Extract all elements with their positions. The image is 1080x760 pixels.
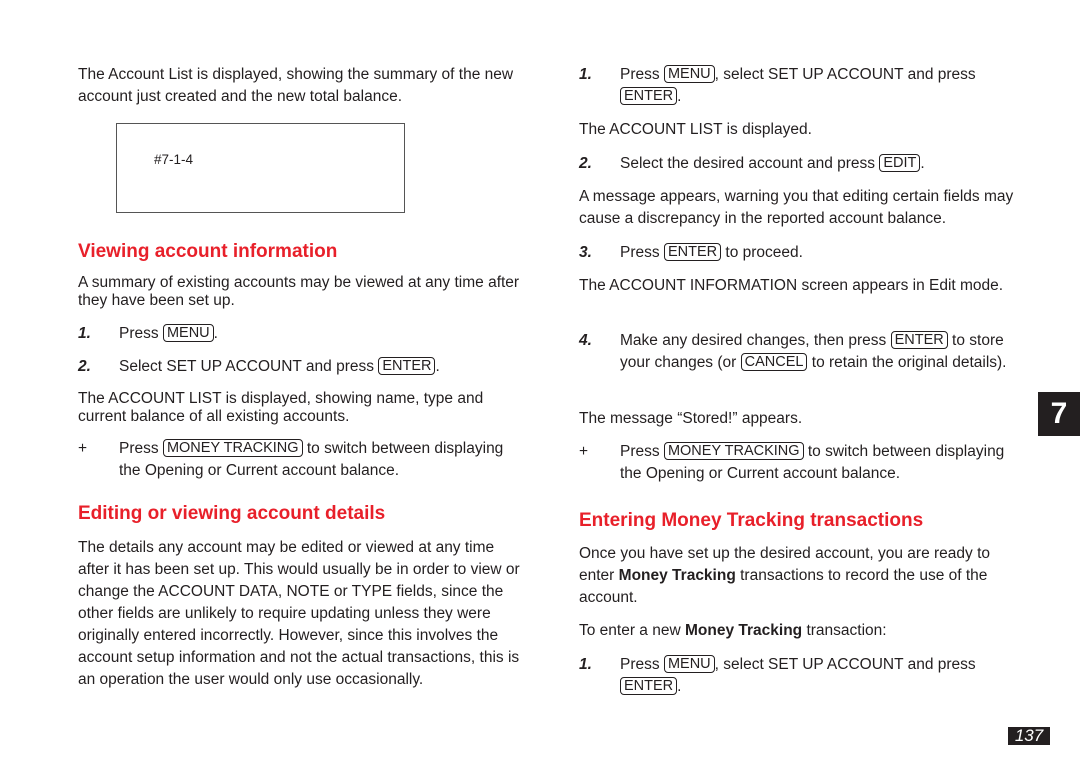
screen-illustration: #7-1-4	[116, 123, 405, 213]
money-tracking-key: MONEY TRACKING	[663, 442, 804, 460]
step-text-mid: , select SET UP ACCOUNT and press	[714, 66, 976, 83]
lead-text: To enter a new	[579, 622, 681, 639]
step-number: 3.	[579, 244, 592, 261]
page-number: 137	[1008, 727, 1050, 745]
step-number: 1.	[579, 66, 592, 83]
lead-text-post: transaction:	[806, 622, 887, 639]
entering-intro: Once you have set up the desired account…	[579, 543, 1024, 609]
plus-icon: +	[579, 443, 589, 460]
entering-lead: To enter a new Money Tracking transactio…	[579, 620, 1024, 642]
stored-message: The message “Stored!” appears.	[579, 410, 803, 427]
menu-key: MENU	[162, 324, 214, 342]
intro-bold: Money Tracking	[618, 567, 736, 584]
enter-key: ENTER	[378, 357, 436, 375]
cancel-key: CANCEL	[740, 353, 808, 371]
step-punct: .	[677, 88, 682, 105]
tip-text: Press	[119, 440, 159, 457]
step-number: 2.	[579, 155, 592, 172]
step-punct: .	[920, 155, 925, 172]
chapter-tab: 7	[1038, 392, 1080, 436]
step-punct: .	[213, 325, 218, 342]
step-text-post: to proceed.	[725, 244, 803, 261]
result-account-information: The ACCOUNT INFORMATION screen appears i…	[579, 277, 1004, 294]
step-text: Make any desired changes, then press	[620, 332, 887, 349]
heading-viewing-account-information: Viewing account information	[78, 241, 338, 262]
viewing-result: The ACCOUNT LIST is displayed, showing n…	[78, 390, 484, 425]
step-number: 1.	[78, 325, 91, 342]
editing-body: The details any account may be edited or…	[78, 539, 520, 688]
edit-key: EDIT	[879, 154, 921, 172]
enter-key: ENTER	[620, 677, 678, 695]
enter-key: ENTER	[890, 331, 948, 349]
step-number: 4.	[579, 332, 592, 349]
menu-key: MENU	[663, 655, 715, 673]
step-number: 2.	[78, 358, 91, 375]
plus-icon: +	[78, 440, 88, 457]
enter-key: ENTER	[620, 87, 678, 105]
step-number: 1.	[579, 656, 592, 673]
screen-reference: #7-1-4	[154, 152, 194, 167]
step-text: Press	[119, 325, 159, 342]
money-tracking-key: MONEY TRACKING	[162, 439, 303, 457]
intro-paragraph: The Account List is displayed, showing t…	[78, 66, 514, 105]
viewing-intro: A summary of existing accounts may be vi…	[78, 274, 520, 309]
step-text: Select the desired account and press	[620, 155, 876, 172]
step-text: Select SET UP ACCOUNT and press	[119, 358, 374, 375]
heading-entering-transactions: Entering Money Tracking transactions	[579, 510, 924, 531]
step-text: Press	[620, 656, 660, 673]
step-text: Press	[620, 66, 660, 83]
step-text-post: to retain the original details).	[811, 354, 1007, 371]
step-text: Press	[620, 244, 660, 261]
step-punct: .	[435, 358, 440, 375]
lead-bold: Money Tracking	[685, 622, 803, 639]
enter-key: ENTER	[663, 243, 722, 261]
warning-message: A message appears, warning you that edit…	[579, 188, 1014, 227]
tip-text: Press	[620, 443, 660, 460]
step-text-mid: , select SET UP ACCOUNT and press	[714, 656, 976, 673]
result-account-list: The ACCOUNT LIST is displayed.	[579, 121, 812, 138]
heading-editing-account-details: Editing or viewing account details	[78, 503, 386, 524]
step-punct: .	[677, 678, 682, 695]
menu-key: MENU	[663, 65, 715, 83]
